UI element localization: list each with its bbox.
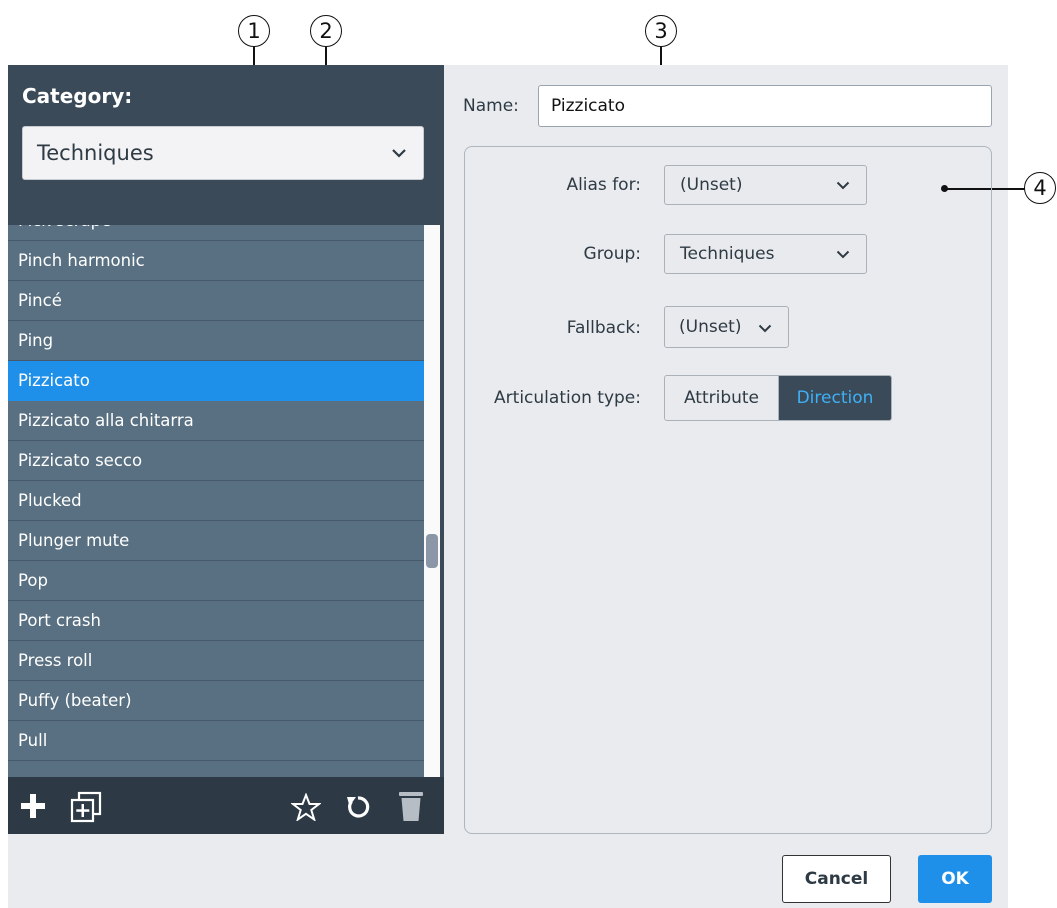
group-value: Techniques — [680, 244, 775, 264]
list-item[interactable]: Port crash — [8, 601, 424, 641]
category-panel: Category: Techniques Pick scrape Pinch h… — [8, 65, 444, 834]
list-item[interactable]: Pizzicato alla chitarra — [8, 401, 424, 441]
trash-icon[interactable] — [398, 790, 424, 822]
alias-value: (Unset) — [680, 175, 743, 195]
duplicate-icon[interactable] — [70, 791, 102, 823]
articulation-option-direction[interactable]: Direction — [779, 376, 891, 420]
list-item[interactable]: Pinch harmonic — [8, 241, 424, 281]
technique-list: Pick scrape Pinch harmonic Pincé Ping Pi… — [8, 225, 424, 777]
category-label: Category: — [22, 84, 133, 108]
callout-2: 2 — [310, 15, 342, 47]
list-item[interactable]: Plunger mute — [8, 521, 424, 561]
fallback-value: (Unset) — [679, 317, 742, 337]
name-label: Name: — [463, 96, 519, 116]
list-item[interactable]: Pick scrape — [8, 225, 424, 241]
alias-select[interactable]: (Unset) — [664, 165, 867, 205]
reset-icon[interactable] — [344, 793, 372, 821]
list-scrollbar[interactable] — [424, 225, 440, 777]
articulation-type-toggle: Attribute Direction — [664, 375, 892, 421]
list-item[interactable]: Pop — [8, 561, 424, 601]
chevron-down-icon — [392, 149, 406, 158]
group-label: Group: — [583, 244, 641, 264]
list-item[interactable]: Pincé — [8, 281, 424, 321]
category-selected-value: Techniques — [37, 141, 154, 165]
articulation-option-attribute[interactable]: Attribute — [665, 376, 779, 420]
list-item[interactable]: Pull — [8, 721, 424, 761]
add-icon[interactable] — [20, 793, 46, 819]
callout-1: 1 — [238, 15, 270, 47]
group-select[interactable]: Techniques — [664, 234, 867, 274]
fallback-select[interactable]: (Unset) — [664, 306, 789, 348]
list-item[interactable]: Pizzicato secco — [8, 441, 424, 481]
fallback-label: Fallback: — [566, 318, 641, 338]
chevron-down-icon — [758, 324, 772, 333]
chevron-down-icon — [836, 181, 850, 190]
cancel-button[interactable]: Cancel — [782, 855, 891, 903]
articulation-type-label: Articulation type: — [494, 388, 641, 408]
callout-4: 4 — [1024, 172, 1056, 204]
chevron-down-icon — [836, 250, 850, 259]
list-item-selected[interactable]: Pizzicato — [8, 361, 424, 401]
list-item[interactable]: Ping — [8, 321, 424, 361]
alias-label: Alias for: — [566, 175, 641, 195]
name-input[interactable] — [538, 85, 992, 127]
list-item[interactable]: Puffy (beater) — [8, 681, 424, 721]
ok-button[interactable]: OK — [918, 855, 992, 903]
scrollbar-thumb[interactable] — [426, 534, 438, 568]
category-select[interactable]: Techniques — [22, 126, 424, 180]
list-item[interactable]: Plucked — [8, 481, 424, 521]
star-icon[interactable] — [291, 793, 321, 821]
callout-3: 3 — [645, 15, 677, 47]
list-item[interactable]: Press roll — [8, 641, 424, 681]
list-toolbar — [8, 777, 444, 834]
